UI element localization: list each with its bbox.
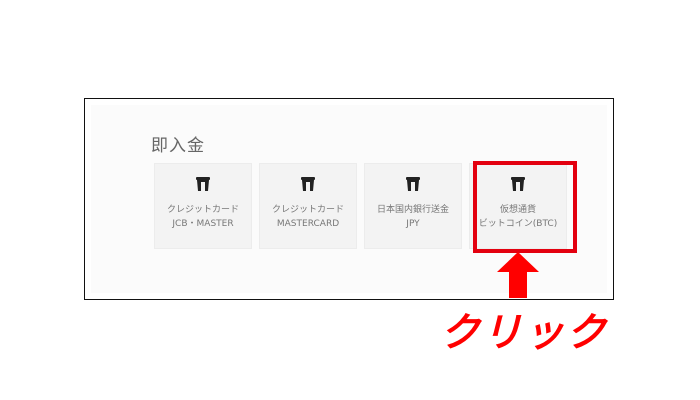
click-annotation-label: クリック (440, 310, 608, 356)
wallet-icon (511, 177, 525, 191)
card-line2: JPY (406, 219, 420, 229)
screenshot-stage: 即入金 クレジットカード JCB・MASTER クレジットカード MASTERC… (0, 0, 700, 400)
card-line1: 仮想通貨 (499, 205, 536, 215)
card-line2: MASTERCARD (276, 219, 340, 229)
section-title: 即入金 (151, 136, 205, 156)
card-line1: クレジットカード (271, 205, 344, 215)
payment-method-credit-mastercard[interactable]: クレジットカード MASTERCARD (259, 163, 357, 249)
wallet-icon (196, 177, 210, 191)
payment-method-credit-jcb-master[interactable]: クレジットカード JCB・MASTER (154, 163, 252, 249)
card-line1: 日本国内銀行送金 (376, 205, 449, 215)
wallet-icon (301, 177, 315, 191)
payment-method-crypto-btc[interactable]: 仮想通貨 ビットコイン(BTC) (469, 163, 567, 249)
wallet-icon (406, 177, 420, 191)
card-line2: ビットコイン(BTC) (478, 219, 558, 229)
payment-method-list: クレジットカード JCB・MASTER クレジットカード MASTERCARD (154, 163, 567, 249)
payment-method-bank-transfer-jpy[interactable]: 日本国内銀行送金 JPY (364, 163, 462, 249)
arrow-up-icon (497, 252, 539, 298)
card-line1: クレジットカード (166, 205, 239, 215)
card-line2: JCB・MASTER (172, 219, 234, 229)
